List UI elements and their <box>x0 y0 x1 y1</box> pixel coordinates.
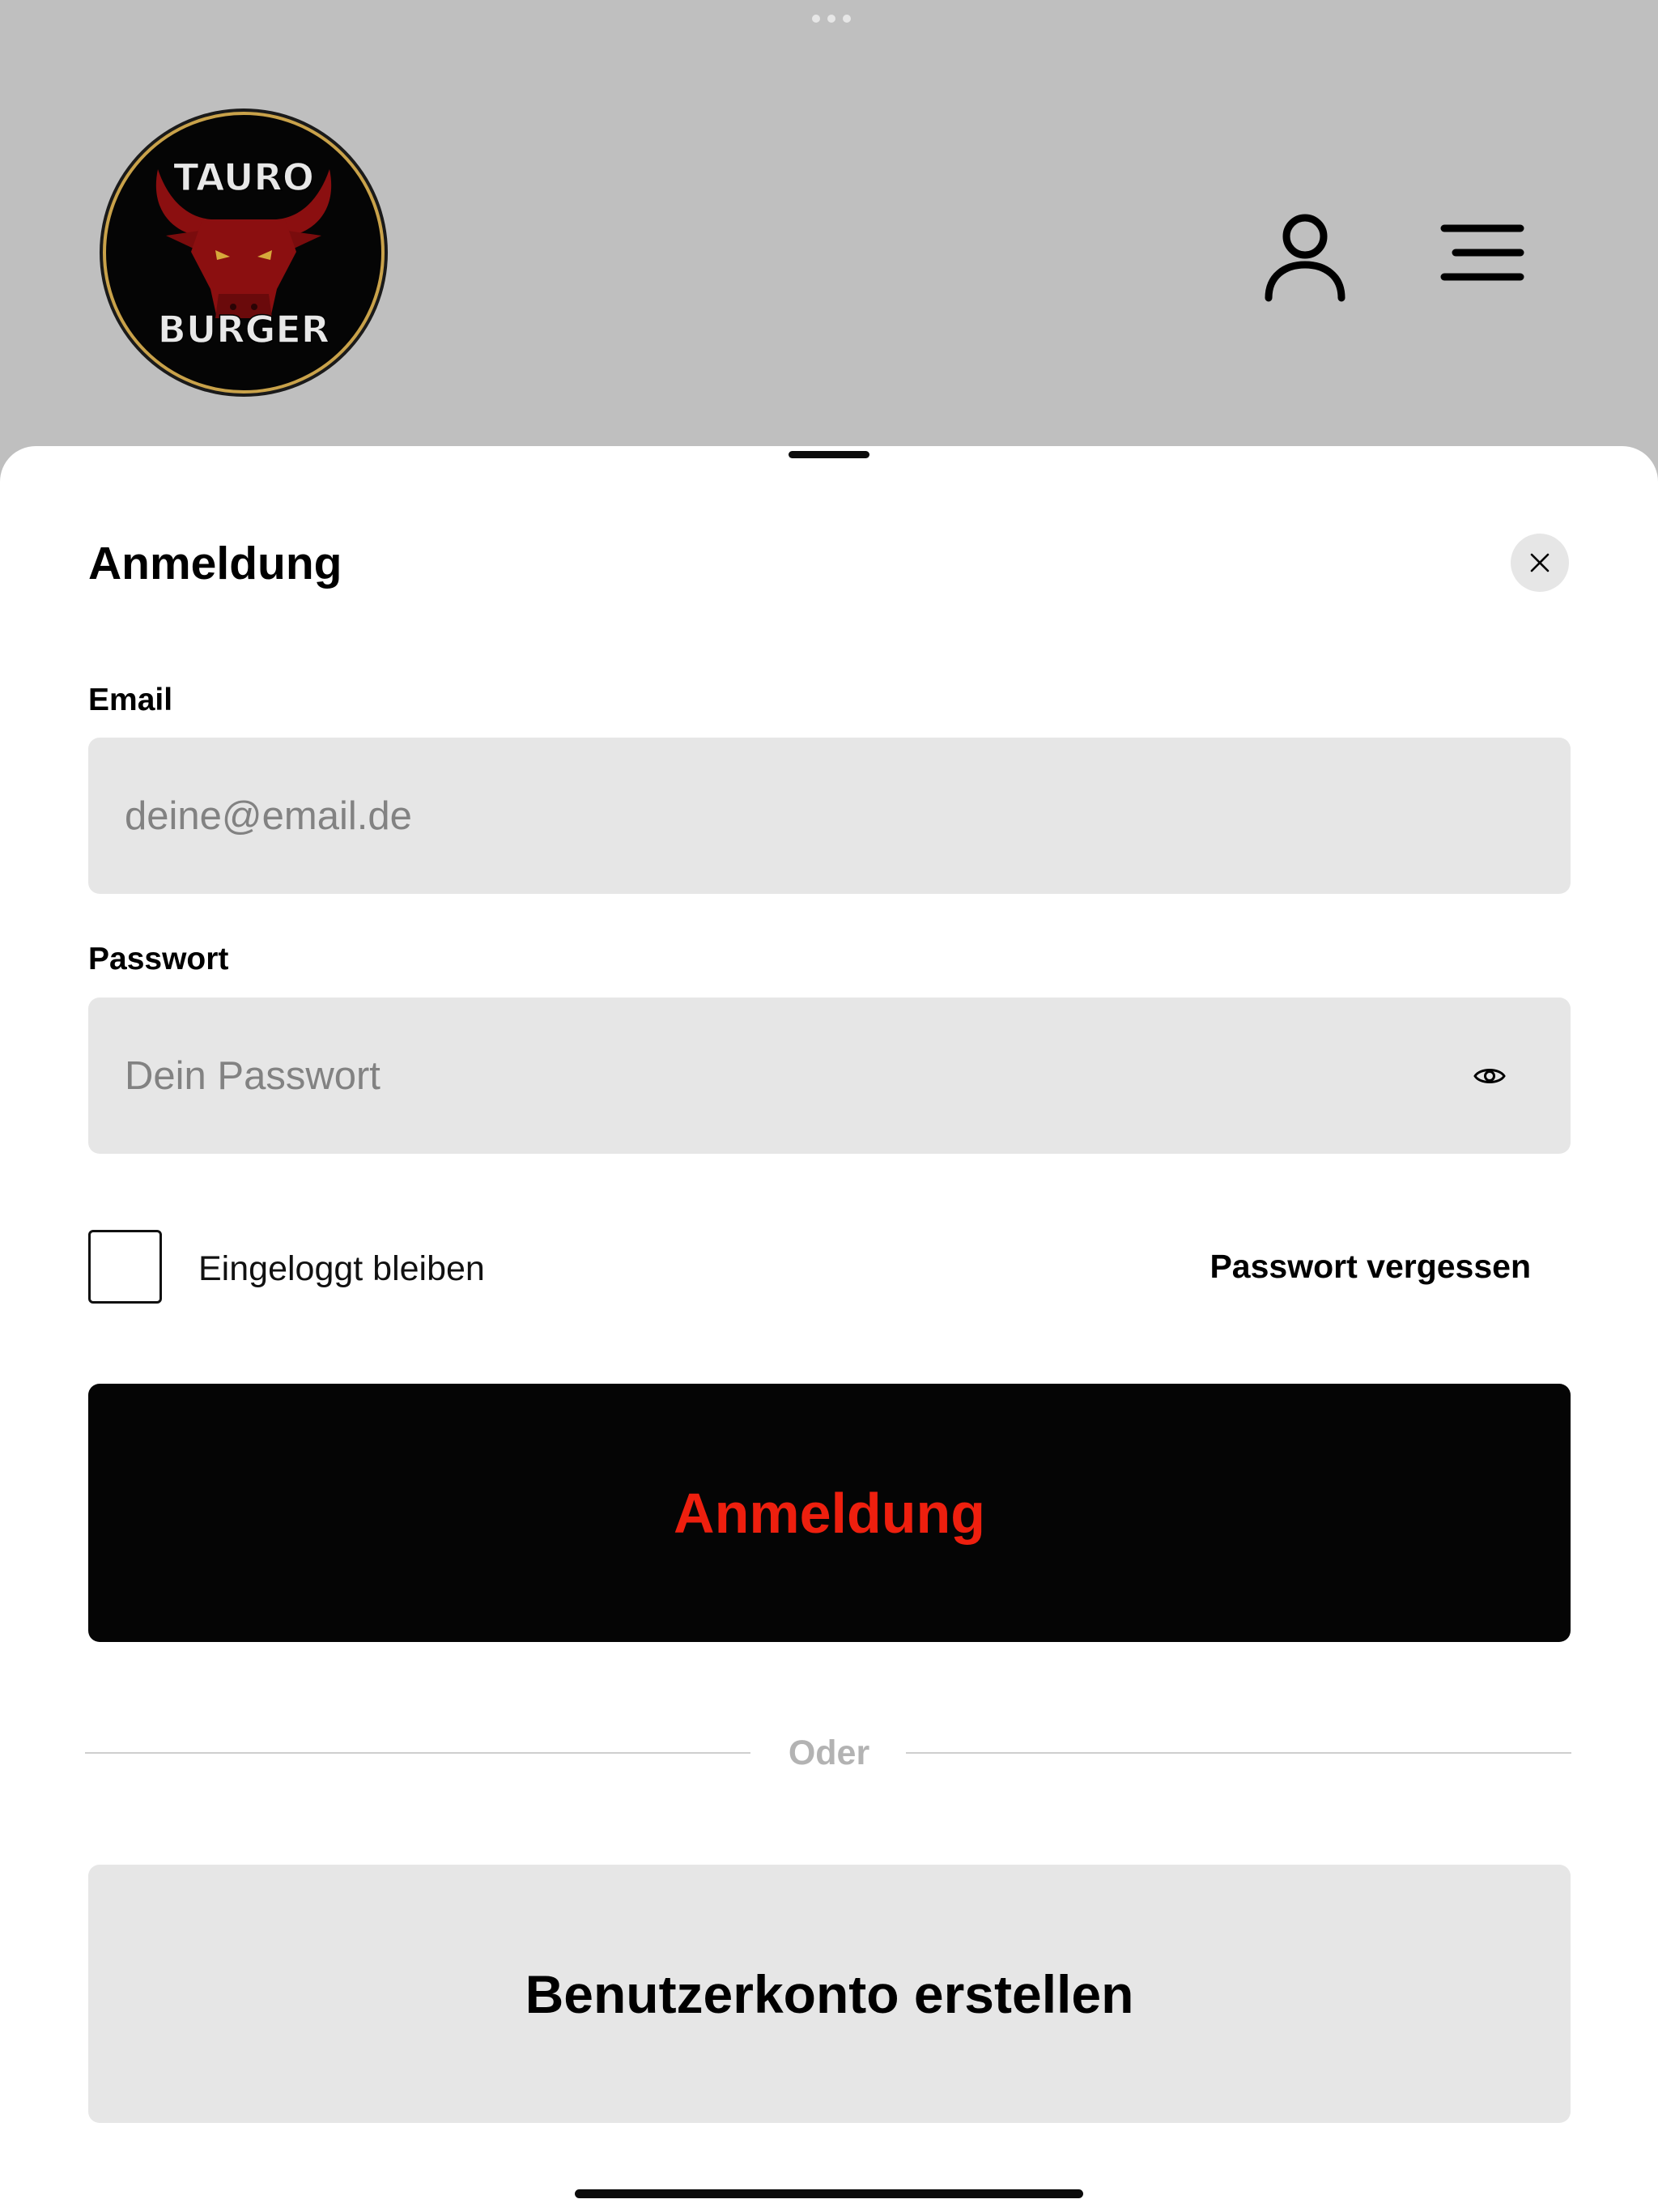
password-field[interactable] <box>125 998 1452 1154</box>
sheet-title: Anmeldung <box>88 538 342 589</box>
email-field[interactable] <box>125 738 1452 894</box>
password-field-container <box>88 998 1571 1154</box>
user-icon[interactable] <box>1256 206 1354 304</box>
forgot-password-link[interactable]: Passwort vergessen <box>1209 1246 1531 1287</box>
password-label: Passwort <box>88 942 229 976</box>
login-button[interactable]: Anmeldung <box>88 1384 1571 1642</box>
remember-me-checkbox[interactable] <box>88 1230 162 1304</box>
logo-text-burger: BURGER <box>158 308 329 351</box>
logo-graphic: TAURO BURGER <box>100 108 388 397</box>
divider-line-right <box>906 1752 1571 1754</box>
home-indicator[interactable] <box>575 2189 1083 2198</box>
sheet-grabber[interactable] <box>789 451 869 458</box>
menu-icon[interactable] <box>1433 219 1530 291</box>
login-sheet: Anmeldung Email Passwort Eingeloggt blei… <box>0 446 1658 2212</box>
eye-icon[interactable] <box>1473 1065 1507 1087</box>
close-icon <box>1530 553 1550 572</box>
close-button[interactable] <box>1511 534 1569 592</box>
tauro-burger-logo[interactable]: TAURO BURGER <box>97 106 390 399</box>
logo-text-tauro: TAURO <box>173 155 314 199</box>
email-label: Email <box>88 683 173 717</box>
create-account-button[interactable]: Benutzerkonto erstellen <box>88 1865 1571 2123</box>
email-field-container <box>88 738 1571 894</box>
remember-me-label[interactable]: Eingeloggt bleiben <box>198 1248 485 1290</box>
site-header: TAURO BURGER <box>0 0 1658 446</box>
